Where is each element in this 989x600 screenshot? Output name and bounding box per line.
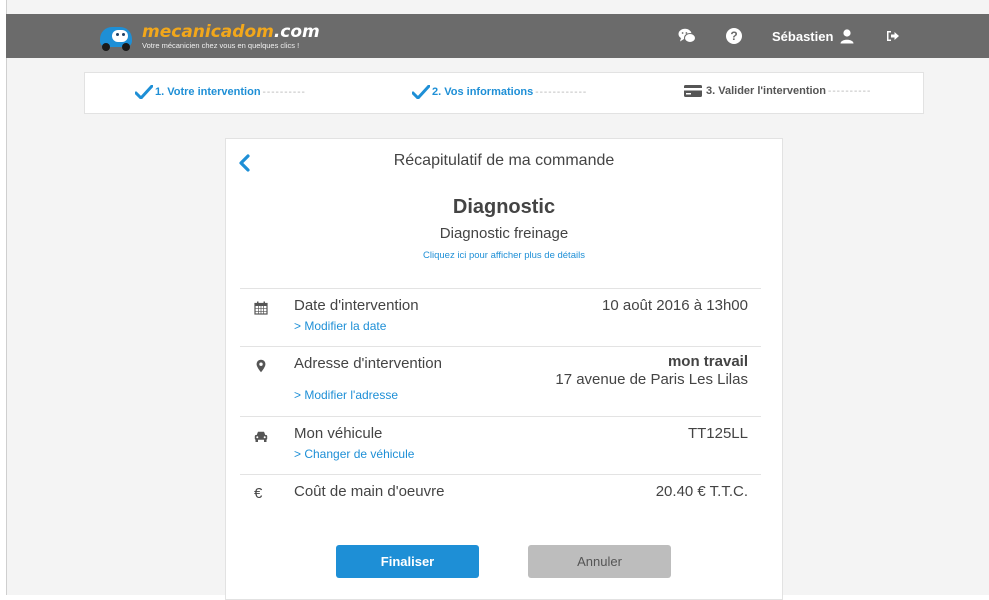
- logout-icon[interactable]: [886, 26, 900, 46]
- step-3-label: 3. Valider l'intervention: [706, 85, 826, 97]
- service-title: Diagnostic: [452, 196, 556, 218]
- step-2-label: 2. Vos informations: [432, 86, 534, 98]
- details-link[interactable]: Cliquez ici pour afficher plus de détail…: [226, 250, 782, 261]
- help-icon[interactable]: ?: [726, 26, 742, 46]
- check-icon: [412, 85, 430, 99]
- user-menu[interactable]: Sébastien: [772, 26, 855, 46]
- mascot-car-icon: [98, 21, 136, 51]
- date-label: Date d'intervention: [294, 297, 419, 314]
- car-icon: [254, 431, 268, 442]
- brand-logo[interactable]: mecanicadom.com Votre mécanicien chez vo…: [98, 14, 320, 58]
- brand-name: mecanicadom.com: [142, 21, 320, 42]
- finalize-button[interactable]: Finaliser: [336, 545, 479, 578]
- map-marker-icon: [256, 359, 266, 373]
- cancel-button[interactable]: Annuler: [528, 545, 671, 578]
- check-icon: [135, 85, 153, 99]
- top-navigation-bar: mecanicadom.com Votre mécanicien chez vo…: [6, 14, 989, 58]
- user-icon: [840, 29, 854, 44]
- step-3: 3. Valider l'intervention ----------: [684, 85, 871, 97]
- step-2[interactable]: 2. Vos informations ------------: [412, 85, 587, 99]
- order-summary-panel: Récapitulatif de ma commande Diagnostic …: [225, 138, 783, 600]
- brand-tagline: Votre mécanicien chez vous en quelques c…: [142, 40, 300, 50]
- address-value: 17 avenue de Paris Les Lilas: [555, 371, 748, 388]
- date-row: Date d'intervention > Modifier la date 1…: [240, 288, 761, 347]
- cost-value: 20.40 € T.T.C.: [655, 483, 748, 500]
- cost-label: Coût de main d'oeuvre: [294, 483, 445, 500]
- euro-icon: €: [254, 485, 263, 502]
- checkout-steps: 1. Votre intervention ---------- 2. Vos …: [84, 72, 924, 114]
- user-name: Sébastien: [772, 28, 834, 44]
- cost-row: € Coût de main d'oeuvre 20.40 € T.T.C.: [240, 474, 761, 515]
- vehicle-label: Mon véhicule: [294, 425, 383, 442]
- modify-address-link[interactable]: > Modifier l'adresse: [294, 388, 398, 402]
- calendar-icon: [254, 301, 268, 315]
- date-value: 10 août 2016 à 13h00: [602, 297, 748, 314]
- step-1-label: 1. Votre intervention: [155, 86, 261, 98]
- modify-date-link[interactable]: > Modifier la date: [294, 319, 386, 333]
- summary-title: Récapitulatif de ma commande: [393, 152, 615, 169]
- vehicle-row: Mon véhicule > Changer de véhicule TT125…: [240, 416, 761, 475]
- change-vehicle-link[interactable]: > Changer de véhicule: [294, 447, 414, 461]
- credit-card-icon: [684, 85, 702, 97]
- address-row: Adresse d'intervention > Modifier l'adre…: [240, 346, 761, 417]
- address-name: mon travail: [667, 353, 748, 370]
- vehicle-value: TT125LL: [687, 425, 748, 442]
- chat-icon[interactable]: [678, 26, 696, 46]
- address-label: Adresse d'intervention: [294, 355, 442, 372]
- service-detail: Diagnostic freinage: [439, 225, 569, 242]
- step-1[interactable]: 1. Votre intervention ----------: [135, 85, 306, 99]
